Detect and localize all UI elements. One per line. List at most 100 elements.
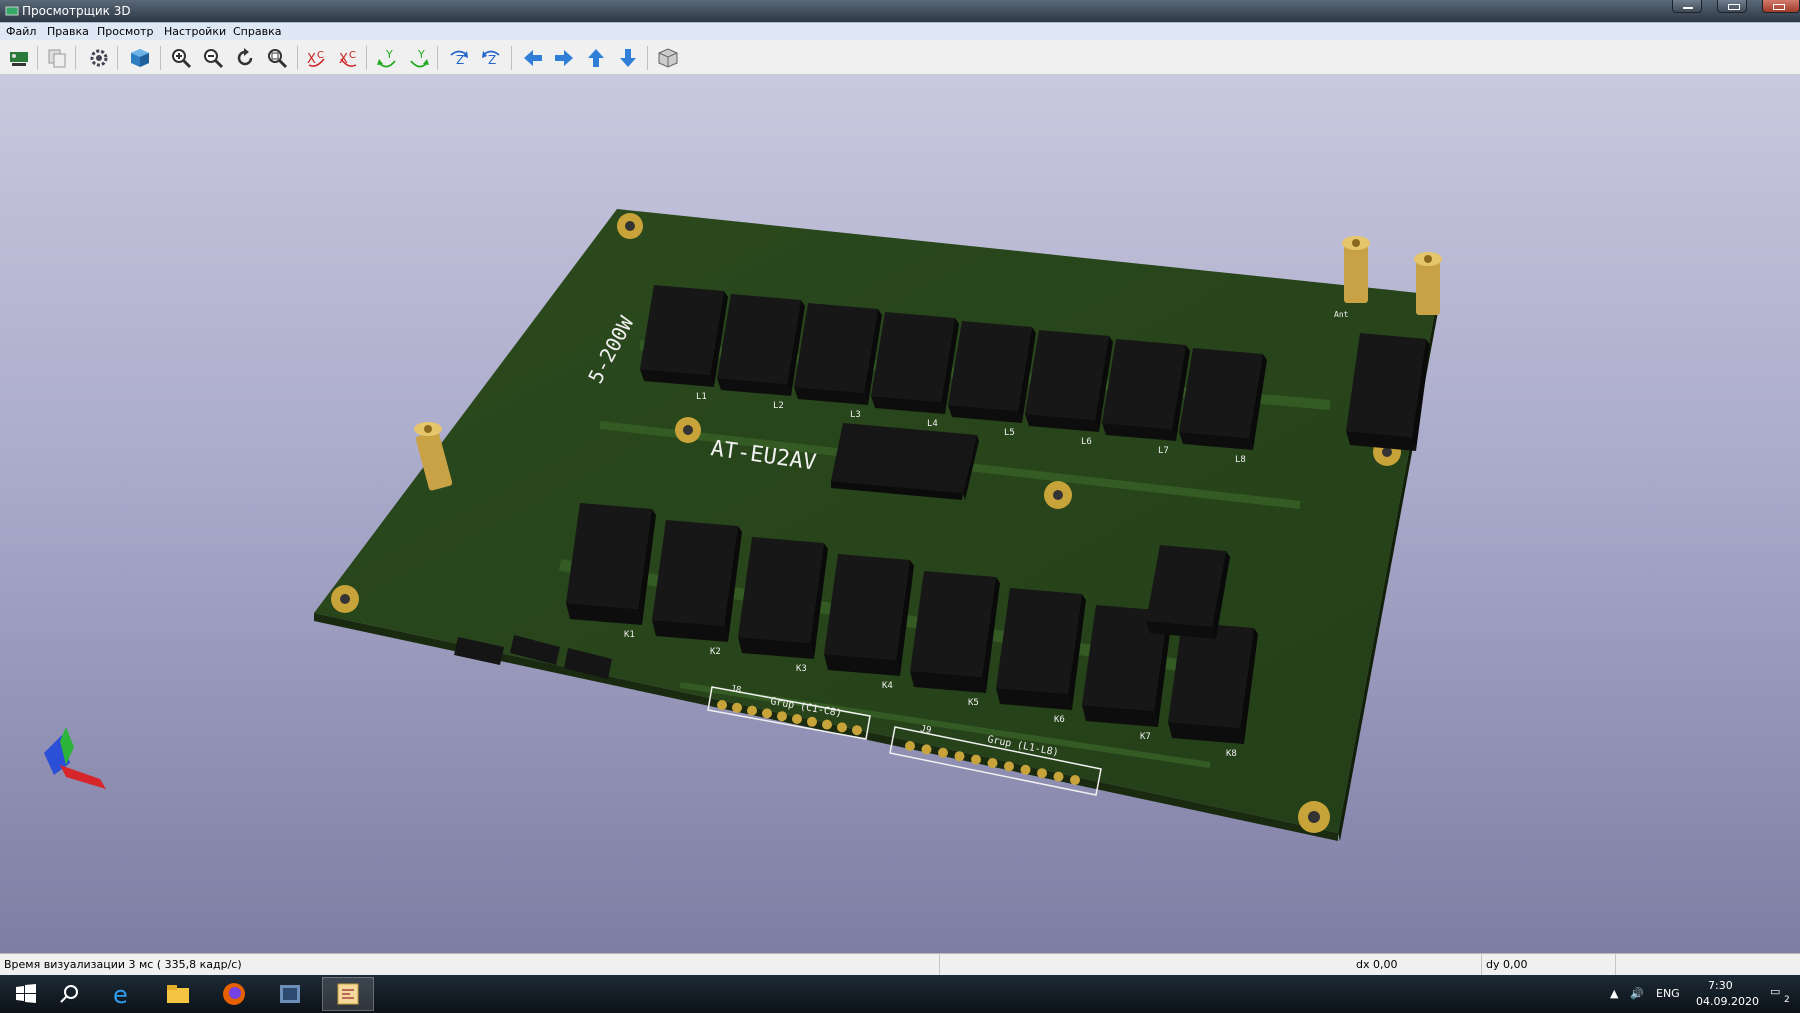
redraw-button[interactable] — [233, 46, 257, 70]
rotate-x-ccw-button[interactable]: XC — [336, 46, 360, 70]
taskbar-kicad[interactable] — [264, 977, 316, 1011]
relay-ref-label: K8 — [1226, 749, 1237, 759]
relay-bottom: K1 — [566, 503, 656, 640]
rotate-x-icon: XC — [307, 50, 325, 67]
header-pin — [732, 702, 742, 713]
taskbar-edge[interactable]: e — [96, 977, 148, 1011]
ortho-view-button[interactable] — [656, 46, 680, 70]
relay-ref-label: L7 — [1158, 446, 1169, 456]
relay-bottom: K4 — [824, 554, 914, 691]
ortho-cube-icon — [658, 48, 678, 68]
move-right-button[interactable] — [552, 46, 576, 70]
svg-text:Y: Y — [385, 48, 393, 61]
header-pin — [954, 751, 965, 762]
header-pin — [792, 714, 802, 724]
reload-board-icon — [10, 52, 28, 66]
firefox-icon — [223, 983, 245, 1005]
copy-image-button[interactable] — [45, 46, 69, 70]
move-up-button[interactable] — [584, 46, 608, 70]
svg-text:J9: J9 — [919, 724, 932, 736]
zoom-in-button[interactable] — [169, 46, 193, 70]
zoom-fit-icon — [268, 49, 288, 69]
taskbar-explorer[interactable] — [152, 977, 204, 1011]
notification-icon[interactable]: ▭ — [1770, 985, 1780, 998]
relay-ref-label: L1 — [696, 392, 707, 402]
status-bar: Время визуализации 3 мс ( 335,8 кадр/с) … — [0, 953, 1800, 976]
rotate-z-icon: Z — [450, 50, 468, 67]
axis-gizmo — [44, 727, 106, 789]
rotate-y-ccw-button[interactable]: Y — [407, 46, 431, 70]
svg-text:e: e — [113, 981, 128, 1008]
copy-icon — [48, 49, 66, 68]
relay-bottom: K2 — [652, 520, 742, 657]
header-pin — [837, 722, 847, 733]
tray-chevron-icon[interactable]: ▲ — [1610, 987, 1618, 1000]
kicad-icon — [280, 985, 300, 1003]
settings-button[interactable] — [87, 46, 111, 70]
rotate-x-cw-button[interactable]: XC — [304, 46, 328, 70]
relay-ref-label: K6 — [1054, 715, 1065, 725]
search-button[interactable] — [44, 977, 96, 1011]
menu-file[interactable]: Файл — [6, 25, 36, 38]
header-pin — [1020, 764, 1031, 775]
3d-viewport[interactable]: L1 L2 L3 L4 L5 L6 L7 L8 K1 K2 K3 K4 K5 K6 K7 K8 — [0, 75, 1800, 953]
svg-text:C: C — [349, 50, 356, 61]
relay-center — [831, 423, 979, 500]
zoom-in-icon — [172, 49, 192, 69]
svg-text:Y: Y — [417, 48, 425, 61]
relay-ref-label: K4 — [882, 681, 893, 691]
language-indicator[interactable]: ENG — [1656, 987, 1680, 1000]
cube-icon — [131, 49, 149, 67]
relay-ref-label: L3 — [850, 410, 861, 420]
toolbar: XC XC Y Y Z Z — [0, 40, 1800, 75]
gear-icon — [90, 49, 108, 67]
relay-ref-label: L6 — [1081, 437, 1092, 447]
sma-connector — [1342, 236, 1370, 303]
arrow-left-icon — [524, 50, 542, 66]
header-pin — [1070, 775, 1080, 785]
menu-edit[interactable]: Правка — [47, 25, 89, 38]
header-pin — [921, 744, 932, 755]
relay-bottom: K6 — [996, 588, 1086, 725]
header-pin — [938, 747, 948, 758]
menu-bar: Файл Правка Просмотр Настройки Справка — [0, 22, 1800, 40]
zoom-out-button[interactable] — [201, 46, 225, 70]
zoom-fit-button[interactable] — [265, 46, 289, 70]
rotate-z-icon: Z — [482, 50, 500, 67]
relay-ref-label: L2 — [773, 401, 784, 411]
rotate-y-cw-button[interactable]: Y — [375, 46, 399, 70]
edge-icon: e — [113, 981, 128, 1008]
header-pin — [852, 725, 862, 736]
taskbar-3d-viewer[interactable] — [322, 977, 374, 1011]
system-tray: ▲ 🔊 ENG 7:30 04.09.2020 ▭ 2 — [1600, 975, 1800, 1013]
notification-count: 2 — [1784, 995, 1790, 1005]
move-down-button[interactable] — [616, 46, 640, 70]
arrow-right-icon — [555, 50, 573, 66]
search-icon — [60, 985, 78, 1003]
mounting-hole — [1298, 801, 1330, 833]
rotate-z-cw-button[interactable]: Z — [447, 46, 471, 70]
relay-ref-label: L5 — [1004, 428, 1015, 438]
close-button[interactable] — [1762, 0, 1800, 13]
header-pin — [1053, 771, 1064, 782]
clock-date[interactable]: 04.09.2020 — [1696, 995, 1759, 1008]
menu-help[interactable]: Справка — [233, 25, 281, 38]
3d-view-button[interactable] — [128, 46, 152, 70]
menu-settings[interactable]: Настройки — [164, 25, 226, 38]
reload-board-button[interactable] — [7, 46, 31, 70]
sma-connector — [1414, 252, 1442, 315]
windows-icon — [16, 984, 36, 1003]
folder-icon — [167, 985, 189, 1003]
taskbar: e ▲ 🔊 ENG 7:30 04.09.2020 ▭ 2 — [0, 975, 1800, 1013]
menu-view[interactable]: Просмотр — [97, 25, 153, 38]
mounting-hole — [617, 213, 643, 239]
volume-icon[interactable]: 🔊 — [1630, 987, 1644, 1000]
maximize-button[interactable] — [1717, 0, 1747, 13]
relay-ref-label: K3 — [796, 664, 807, 674]
clock-time[interactable]: 7:30 — [1708, 979, 1733, 992]
rotate-z-ccw-button[interactable]: Z — [479, 46, 503, 70]
move-left-button[interactable] — [521, 46, 545, 70]
header-pin — [747, 705, 757, 716]
taskbar-firefox[interactable] — [208, 977, 260, 1011]
minimize-button[interactable] — [1672, 0, 1702, 13]
